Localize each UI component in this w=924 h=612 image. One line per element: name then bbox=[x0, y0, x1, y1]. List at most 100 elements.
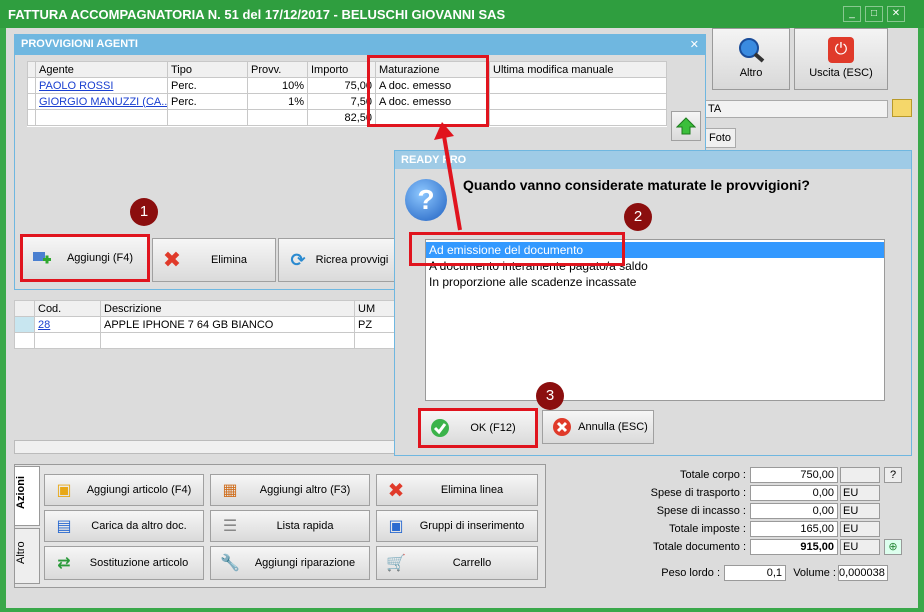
col-importo[interactable]: Importo bbox=[307, 61, 376, 78]
total-importo: 82,50 bbox=[307, 109, 376, 126]
ricrea-button[interactable]: ⟳ Ricrea provvigi bbox=[278, 238, 396, 282]
peso-lordo-label: Peso lordo : bbox=[661, 567, 720, 579]
totale-corpo-extra bbox=[840, 467, 880, 483]
cell-tipo: Perc. bbox=[167, 93, 248, 110]
agents-grid: Agente Tipo Provv. Importo Maturazione U… bbox=[27, 61, 667, 127]
elimina-label: Elimina bbox=[210, 254, 248, 266]
gruppi-inserimento-label: Gruppi di inserimento bbox=[419, 520, 525, 532]
document-load-icon: ▤ bbox=[56, 518, 72, 535]
elimina-linea-button[interactable]: ✖ Elimina linea bbox=[376, 474, 538, 506]
agent-link[interactable]: GIORGIO MANUZZI (CA... bbox=[35, 93, 168, 110]
group-add-icon: ▣ bbox=[388, 518, 404, 535]
close-window-button[interactable]: ✕ bbox=[887, 6, 905, 22]
spese-trasporto-field[interactable]: 0,00 bbox=[750, 485, 838, 501]
tab-altro[interactable]: Altro bbox=[14, 528, 40, 584]
checkmark-icon bbox=[429, 417, 451, 439]
sostituzione-articolo-label: Sostituzione articolo bbox=[89, 557, 189, 569]
articles-grid: Cod. Descrizione UM 28 APPLE IPHONE 7 64… bbox=[14, 300, 396, 349]
table-row[interactable]: 28 APPLE IPHONE 7 64 GB BIANCO PZ bbox=[14, 316, 396, 333]
cart-icon: 🛒 bbox=[386, 555, 406, 572]
delete-icon: ✖ bbox=[387, 479, 405, 502]
totale-documento-label: Totale documento : bbox=[653, 541, 746, 553]
ricrea-label: Ricrea provvigi bbox=[315, 254, 389, 266]
row-header bbox=[27, 61, 36, 78]
annulla-button[interactable]: Annulla (ESC) bbox=[542, 410, 654, 444]
table-row[interactable]: PAOLO ROSSI Perc. 10% 75,00 A doc. emess… bbox=[27, 77, 667, 94]
aggiungi-altro-label: Aggiungi altro (F3) bbox=[259, 484, 351, 496]
carica-altro-doc-label: Carica da altro doc. bbox=[91, 520, 187, 532]
totale-imposte-label: Totale imposte : bbox=[668, 523, 746, 535]
col-cod[interactable]: Cod. bbox=[34, 300, 101, 317]
agent-link[interactable]: PAOLO ROSSI bbox=[35, 77, 168, 94]
tab-foto[interactable]: Foto bbox=[704, 128, 736, 148]
question-text: Quando vanno considerate maturate le pro… bbox=[463, 177, 810, 193]
close-icon[interactable]: ✕ bbox=[690, 38, 699, 51]
grid-add-icon: ▦ bbox=[222, 482, 238, 499]
aggiungi-label: Aggiungi (F4) bbox=[66, 252, 134, 264]
folder-icon[interactable] bbox=[892, 99, 912, 117]
col-agente[interactable]: Agente bbox=[35, 61, 168, 78]
step-badge-2: 2 bbox=[624, 203, 652, 231]
article-code-link[interactable]: 28 bbox=[34, 316, 101, 333]
volume-field[interactable]: 0,000038 bbox=[838, 565, 888, 581]
gruppi-inserimento-button[interactable]: ▣ Gruppi di inserimento bbox=[376, 510, 538, 542]
altro-button[interactable]: Altro bbox=[712, 28, 790, 90]
delete-icon: ✖ bbox=[162, 247, 182, 272]
background-field[interactable]: TA bbox=[704, 100, 888, 118]
cell-tipo: Perc. bbox=[167, 77, 248, 94]
wrench-icon: 🔧 bbox=[220, 555, 240, 572]
col-provv[interactable]: Provv. bbox=[247, 61, 308, 78]
quick-list-icon: ☰ bbox=[222, 518, 238, 535]
sostituzione-articolo-button[interactable]: ⇄ Sostituzione articolo bbox=[44, 546, 204, 580]
red-arrow-icon bbox=[434, 122, 462, 231]
horizontal-scrollbar[interactable] bbox=[14, 440, 396, 454]
altro-label: Altro bbox=[739, 67, 763, 79]
carrello-label: Carrello bbox=[452, 557, 492, 569]
totale-corpo-field[interactable]: 750,00 bbox=[750, 467, 838, 483]
tab-azioni[interactable]: Azioni bbox=[14, 466, 40, 526]
maturazione-red-box bbox=[367, 55, 489, 127]
annulla-label: Annulla (ESC) bbox=[578, 421, 648, 433]
window-title: FATTURA ACCOMPAGNATORIA N. 51 del 17/12/… bbox=[0, 0, 924, 28]
peso-lordo-field[interactable]: 0,1 bbox=[724, 565, 786, 581]
aggiungi-button[interactable]: Aggiungi (F4) bbox=[20, 234, 150, 282]
totale-corpo-label: Totale corpo : bbox=[679, 469, 746, 481]
uscita-button[interactable]: ⏻ Uscita (ESC) bbox=[794, 28, 888, 90]
col-um[interactable]: UM bbox=[354, 300, 396, 317]
currency-label: EU bbox=[840, 521, 880, 537]
move-up-button[interactable] bbox=[671, 111, 701, 141]
lista-rapida-label: Lista rapida bbox=[276, 520, 334, 532]
step-badge-1: 1 bbox=[130, 198, 158, 226]
zoom-icon[interactable]: ⊕ bbox=[884, 539, 902, 555]
currency-label: EU bbox=[840, 539, 880, 555]
col-tipo[interactable]: Tipo bbox=[167, 61, 248, 78]
help-button[interactable]: ? bbox=[884, 467, 902, 483]
aggiungi-riparazione-button[interactable]: 🔧 Aggiungi riparazione bbox=[210, 546, 370, 580]
lista-rapida-button[interactable]: ☰ Lista rapida bbox=[210, 510, 370, 542]
cell-provv: 1% bbox=[247, 93, 308, 110]
cell-ultima bbox=[489, 77, 667, 94]
carica-altro-doc-button[interactable]: ▤ Carica da altro doc. bbox=[44, 510, 204, 542]
minimize-button[interactable]: _ bbox=[843, 6, 861, 22]
col-ultima-modifica[interactable]: Ultima modifica manuale bbox=[489, 61, 667, 78]
power-icon: ⏻ bbox=[828, 37, 854, 63]
cell-um: PZ bbox=[354, 316, 396, 333]
spese-incasso-field[interactable]: 0,00 bbox=[750, 503, 838, 519]
option-item[interactable]: In proporzione alle scadenze incassate bbox=[426, 274, 884, 290]
carrello-button[interactable]: 🛒 Carrello bbox=[376, 546, 538, 580]
col-descrizione[interactable]: Descrizione bbox=[100, 300, 355, 317]
cell-importo: 75,00 bbox=[307, 77, 376, 94]
swap-icon: ⇄ bbox=[57, 555, 71, 572]
maximize-button[interactable]: □ bbox=[865, 6, 883, 22]
aggiungi-altro-button[interactable]: ▦ Aggiungi altro (F3) bbox=[210, 474, 370, 506]
cancel-icon bbox=[551, 416, 573, 438]
elimina-button[interactable]: ✖ Elimina bbox=[152, 238, 276, 282]
aggiungi-riparazione-label: Aggiungi riparazione bbox=[254, 557, 356, 569]
aggiungi-articolo-button[interactable]: ▣ Aggiungi articolo (F4) bbox=[44, 474, 204, 506]
total-row: 82,50 bbox=[27, 109, 667, 126]
cell-importo: 7,50 bbox=[307, 93, 376, 110]
ok-button[interactable]: OK (F12) bbox=[418, 408, 538, 448]
spese-trasporto-label: Spese di trasporto : bbox=[650, 487, 746, 499]
table-row[interactable]: GIORGIO MANUZZI (CA... Perc. 1% 7,50 A d… bbox=[27, 93, 667, 110]
step-badge-3: 3 bbox=[536, 382, 564, 410]
